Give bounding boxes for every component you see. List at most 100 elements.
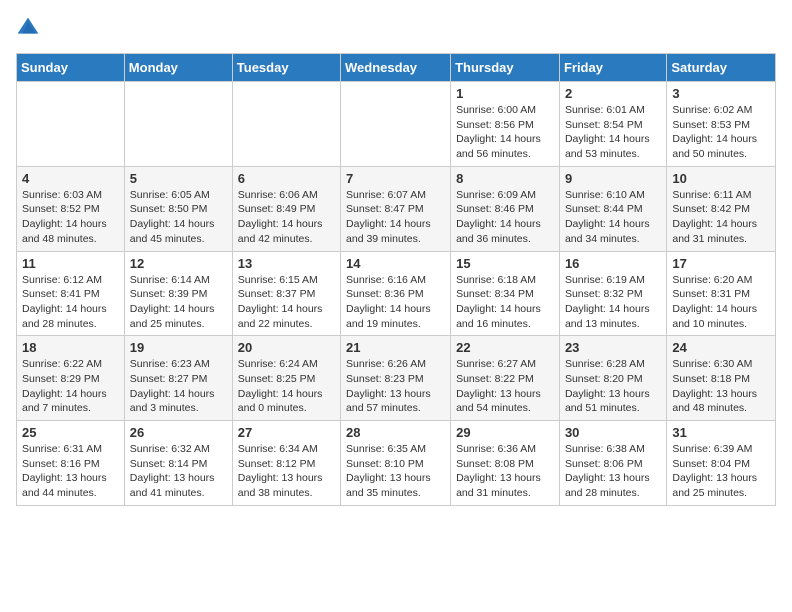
day-info: Sunrise: 6:32 AMSunset: 8:14 PMDaylight:… bbox=[130, 442, 227, 501]
weekday-header-tuesday: Tuesday bbox=[232, 54, 340, 82]
calendar-table: SundayMondayTuesdayWednesdayThursdayFrid… bbox=[16, 53, 776, 506]
day-number: 12 bbox=[130, 256, 227, 271]
calendar-cell bbox=[124, 82, 232, 167]
calendar-cell: 3 Sunrise: 6:02 AMSunset: 8:53 PMDaylight… bbox=[667, 82, 776, 167]
day-number: 29 bbox=[456, 425, 554, 440]
calendar-cell: 27Sunrise: 6:34 AMSunset: 8:12 PMDayligh… bbox=[232, 421, 340, 506]
day-info: Sunrise: 6:09 AMSunset: 8:46 PMDaylight:… bbox=[456, 188, 554, 247]
day-info: Sunrise: 6:39 AMSunset: 8:04 PMDaylight:… bbox=[672, 442, 770, 501]
day-number: 19 bbox=[130, 340, 227, 355]
day-info: Sunrise: 6:01 AMSunset: 8:54 PMDaylight:… bbox=[565, 103, 661, 162]
day-info: Sunrise: 6:18 AMSunset: 8:34 PMDaylight:… bbox=[456, 273, 554, 332]
logo-icon bbox=[16, 16, 40, 40]
calendar-cell: 21Sunrise: 6:26 AMSunset: 8:23 PMDayligh… bbox=[341, 336, 451, 421]
day-number: 20 bbox=[238, 340, 335, 355]
day-number: 25 bbox=[22, 425, 119, 440]
calendar-cell: 31 Sunrise: 6:39 AMSunset: 8:04 PMDayligh… bbox=[667, 421, 776, 506]
day-info: Sunrise: 6:26 AMSunset: 8:23 PMDaylight:… bbox=[346, 357, 445, 416]
day-info: Sunrise: 6:02 AMSunset: 8:53 PMDaylight:… bbox=[672, 103, 770, 162]
calendar-cell: 28Sunrise: 6:35 AMSunset: 8:10 PMDayligh… bbox=[341, 421, 451, 506]
logo bbox=[16, 16, 44, 45]
calendar-cell bbox=[17, 82, 125, 167]
calendar-cell: 1 Sunrise: 6:00 AMSunset: 8:56 PMDaylight… bbox=[451, 82, 560, 167]
calendar-cell: 8 Sunrise: 6:09 AMSunset: 8:46 PMDaylight… bbox=[451, 166, 560, 251]
day-info: Sunrise: 6:22 AMSunset: 8:29 PMDaylight:… bbox=[22, 357, 119, 416]
calendar-header-row: SundayMondayTuesdayWednesdayThursdayFrid… bbox=[17, 54, 776, 82]
calendar-cell: 10 Sunrise: 6:11 AMSunset: 8:42 PMDayligh… bbox=[667, 166, 776, 251]
day-info: Sunrise: 6:27 AMSunset: 8:22 PMDaylight:… bbox=[456, 357, 554, 416]
calendar-cell: 4 Sunrise: 6:03 AMSunset: 8:52 PMDaylight… bbox=[17, 166, 125, 251]
page-header bbox=[16, 16, 776, 45]
day-number: 11 bbox=[22, 256, 119, 271]
day-number: 31 bbox=[672, 425, 770, 440]
calendar-cell: 19 Sunrise: 6:23 AMSunset: 8:27 PMDayligh… bbox=[124, 336, 232, 421]
calendar-cell: 25 Sunrise: 6:31 AMSunset: 8:16 PMDayligh… bbox=[17, 421, 125, 506]
day-info: Sunrise: 6:36 AMSunset: 8:08 PMDaylight:… bbox=[456, 442, 554, 501]
calendar-cell: 7 Sunrise: 6:07 AMSunset: 8:47 PMDaylight… bbox=[341, 166, 451, 251]
day-number: 5 bbox=[130, 171, 227, 186]
calendar-cell: 15 Sunrise: 6:18 AMSunset: 8:34 PMDayligh… bbox=[451, 251, 560, 336]
day-number: 22 bbox=[456, 340, 554, 355]
calendar-cell: 26 Sunrise: 6:32 AMSunset: 8:14 PMDayligh… bbox=[124, 421, 232, 506]
calendar-week-3: 11 Sunrise: 6:12 AMSunset: 8:41 PMDayligh… bbox=[17, 251, 776, 336]
day-number: 8 bbox=[456, 171, 554, 186]
day-number: 26 bbox=[130, 425, 227, 440]
calendar-week-4: 18 Sunrise: 6:22 AMSunset: 8:29 PMDayligh… bbox=[17, 336, 776, 421]
day-info: Sunrise: 6:23 AMSunset: 8:27 PMDaylight:… bbox=[130, 357, 227, 416]
calendar-cell: 17 Sunrise: 6:20 AMSunset: 8:31 PMDayligh… bbox=[667, 251, 776, 336]
calendar-cell: 29 Sunrise: 6:36 AMSunset: 8:08 PMDayligh… bbox=[451, 421, 560, 506]
day-number: 7 bbox=[346, 171, 445, 186]
weekday-header-thursday: Thursday bbox=[451, 54, 560, 82]
calendar-cell bbox=[232, 82, 340, 167]
day-info: Sunrise: 6:38 AMSunset: 8:06 PMDaylight:… bbox=[565, 442, 661, 501]
calendar-cell: 12 Sunrise: 6:14 AMSunset: 8:39 PMDayligh… bbox=[124, 251, 232, 336]
day-info: Sunrise: 6:16 AMSunset: 8:36 PMDaylight:… bbox=[346, 273, 445, 332]
day-number: 16 bbox=[565, 256, 661, 271]
calendar-cell: 30 Sunrise: 6:38 AMSunset: 8:06 PMDayligh… bbox=[559, 421, 666, 506]
day-info: Sunrise: 6:15 AMSunset: 8:37 PMDaylight:… bbox=[238, 273, 335, 332]
calendar-cell: 2 Sunrise: 6:01 AMSunset: 8:54 PMDaylight… bbox=[559, 82, 666, 167]
day-info: Sunrise: 6:20 AMSunset: 8:31 PMDaylight:… bbox=[672, 273, 770, 332]
day-number: 23 bbox=[565, 340, 661, 355]
day-number: 18 bbox=[22, 340, 119, 355]
day-number: 1 bbox=[456, 86, 554, 101]
day-info: Sunrise: 6:05 AMSunset: 8:50 PMDaylight:… bbox=[130, 188, 227, 247]
day-number: 17 bbox=[672, 256, 770, 271]
day-info: Sunrise: 6:11 AMSunset: 8:42 PMDaylight:… bbox=[672, 188, 770, 247]
day-number: 10 bbox=[672, 171, 770, 186]
day-number: 4 bbox=[22, 171, 119, 186]
day-number: 6 bbox=[238, 171, 335, 186]
day-info: Sunrise: 6:06 AMSunset: 8:49 PMDaylight:… bbox=[238, 188, 335, 247]
day-number: 15 bbox=[456, 256, 554, 271]
calendar-week-5: 25 Sunrise: 6:31 AMSunset: 8:16 PMDayligh… bbox=[17, 421, 776, 506]
day-info: Sunrise: 6:07 AMSunset: 8:47 PMDaylight:… bbox=[346, 188, 445, 247]
day-info: Sunrise: 6:14 AMSunset: 8:39 PMDaylight:… bbox=[130, 273, 227, 332]
weekday-header-sunday: Sunday bbox=[17, 54, 125, 82]
calendar-cell: 13 Sunrise: 6:15 AMSunset: 8:37 PMDayligh… bbox=[232, 251, 340, 336]
weekday-header-friday: Friday bbox=[559, 54, 666, 82]
calendar-cell: 18 Sunrise: 6:22 AMSunset: 8:29 PMDayligh… bbox=[17, 336, 125, 421]
calendar-cell: 23Sunrise: 6:28 AMSunset: 8:20 PMDayligh… bbox=[559, 336, 666, 421]
day-info: Sunrise: 6:10 AMSunset: 8:44 PMDaylight:… bbox=[565, 188, 661, 247]
day-number: 9 bbox=[565, 171, 661, 186]
day-info: Sunrise: 6:03 AMSunset: 8:52 PMDaylight:… bbox=[22, 188, 119, 247]
day-number: 14 bbox=[346, 256, 445, 271]
calendar-cell: 14 Sunrise: 6:16 AMSunset: 8:36 PMDayligh… bbox=[341, 251, 451, 336]
day-number: 3 bbox=[672, 86, 770, 101]
weekday-header-monday: Monday bbox=[124, 54, 232, 82]
day-number: 27 bbox=[238, 425, 335, 440]
day-info: Sunrise: 6:00 AMSunset: 8:56 PMDaylight:… bbox=[456, 103, 554, 162]
calendar-cell: 6 Sunrise: 6:06 AMSunset: 8:49 PMDaylight… bbox=[232, 166, 340, 251]
day-info: Sunrise: 6:24 AMSunset: 8:25 PMDaylight:… bbox=[238, 357, 335, 416]
day-number: 28 bbox=[346, 425, 445, 440]
calendar-week-2: 4 Sunrise: 6:03 AMSunset: 8:52 PMDaylight… bbox=[17, 166, 776, 251]
day-number: 13 bbox=[238, 256, 335, 271]
calendar-cell: 9 Sunrise: 6:10 AMSunset: 8:44 PMDaylight… bbox=[559, 166, 666, 251]
calendar-cell: 20 Sunrise: 6:24 AMSunset: 8:25 PMDayligh… bbox=[232, 336, 340, 421]
calendar-cell: 22 Sunrise: 6:27 AMSunset: 8:22 PMDayligh… bbox=[451, 336, 560, 421]
day-number: 30 bbox=[565, 425, 661, 440]
day-info: Sunrise: 6:12 AMSunset: 8:41 PMDaylight:… bbox=[22, 273, 119, 332]
day-number: 2 bbox=[565, 86, 661, 101]
calendar-cell bbox=[341, 82, 451, 167]
day-info: Sunrise: 6:31 AMSunset: 8:16 PMDaylight:… bbox=[22, 442, 119, 501]
